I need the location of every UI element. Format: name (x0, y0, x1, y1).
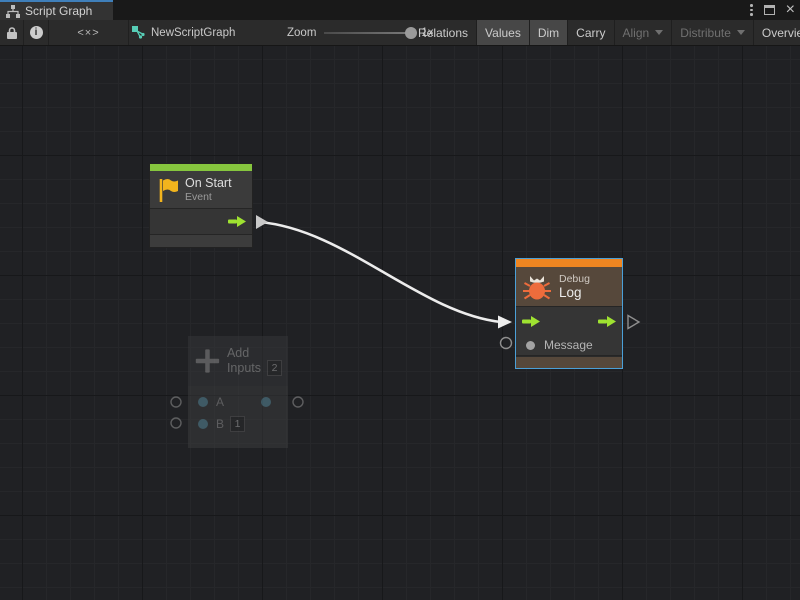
code-preview-button[interactable]: <×> (49, 20, 129, 45)
on-start-body (150, 208, 252, 235)
b-value-port[interactable] (198, 419, 208, 429)
values-label: Values (485, 26, 521, 40)
a-value-port[interactable] (198, 397, 208, 407)
code-icon: <×> (77, 27, 99, 39)
add-header: Add Inputs 2 (188, 336, 288, 386)
carry-label: Carry (576, 26, 605, 40)
overview-label: Overview (762, 26, 800, 40)
values-button[interactable]: Values (477, 20, 530, 45)
flag-icon (156, 177, 178, 203)
node-category: Debug (559, 273, 590, 285)
plus-icon (194, 346, 221, 376)
debug-log-footer (516, 356, 622, 368)
lock-button[interactable] (0, 20, 24, 45)
flow-port-row (516, 309, 622, 333)
node-subtitle: Event (185, 191, 232, 203)
debug-log-titles: Debug Log (559, 273, 590, 301)
sum-output-port[interactable] (261, 397, 271, 407)
debug-accent-bar (516, 259, 622, 267)
window-controls: × (750, 0, 795, 20)
chevron-down-icon (737, 30, 745, 35)
zoom-slider[interactable] (324, 32, 412, 34)
chevron-down-icon (655, 30, 663, 35)
carry-button[interactable]: Carry (568, 20, 614, 45)
port-a-row: A (188, 391, 288, 413)
node-title: Add (227, 346, 282, 360)
distribute-label: Distribute (680, 26, 731, 40)
info-button[interactable]: i (24, 20, 49, 45)
maximize-icon[interactable] (764, 5, 775, 15)
script-graph-asset-icon (132, 26, 145, 39)
graph-toolbar: i <×> NewScriptGraph Zoom 1x Rel (0, 20, 800, 46)
node-on-start[interactable]: On Start Event (149, 163, 253, 248)
tab-script-graph[interactable]: Script Graph (0, 0, 113, 20)
graph-hierarchy-icon (6, 5, 20, 18)
graph-canvas[interactable] (0, 46, 800, 600)
inputs-label: Inputs (227, 361, 261, 375)
flow-output-port[interactable] (228, 216, 246, 227)
overview-button[interactable]: Overview (754, 20, 800, 45)
port-a-label: A (216, 395, 224, 409)
align-label: Align (623, 26, 650, 40)
debug-log-header: Debug Log (516, 267, 622, 306)
port-b-row: B 1 (188, 413, 288, 435)
tab-bar: Script Graph × (0, 0, 800, 20)
lock-icon (6, 26, 18, 40)
inputs-count-field[interactable]: 2 (267, 360, 282, 376)
on-start-header: On Start Event (150, 171, 252, 208)
flow-output-port[interactable] (598, 316, 616, 327)
zoom-label: Zoom (287, 27, 316, 39)
toolbar-left-group: i <×> (0, 20, 129, 45)
dim-label: Dim (538, 26, 559, 40)
on-start-footer (150, 235, 252, 247)
distribute-dropdown[interactable]: Distribute (672, 20, 754, 45)
tab-label: Script Graph (25, 4, 92, 18)
more-menu-icon[interactable] (750, 4, 753, 16)
relations-label: Relations (418, 26, 468, 40)
align-dropdown[interactable]: Align (615, 20, 673, 45)
bug-icon (522, 273, 552, 301)
debug-log-body: Message (516, 306, 622, 356)
info-icon: i (30, 26, 43, 39)
add-titles: Add Inputs 2 (227, 346, 282, 376)
message-port-label: Message (544, 338, 593, 352)
on-start-titles: On Start Event (185, 176, 232, 202)
script-graph-window: Script Graph × i <×> (0, 0, 800, 600)
relations-button[interactable]: Relations (410, 20, 477, 45)
toolbar-buttons: Relations Values Dim Carry Align Distrib… (410, 20, 800, 45)
message-port-row: Message (516, 333, 622, 357)
graph-name-label: NewScriptGraph (151, 27, 235, 39)
flow-input-port[interactable] (522, 316, 540, 327)
node-title: Log (559, 285, 590, 301)
b-value-field[interactable]: 1 (230, 416, 245, 432)
node-add-ghost[interactable]: Add Inputs 2 A B 1 (188, 336, 288, 448)
add-body: A B 1 (188, 386, 288, 448)
port-b-label: B (216, 417, 224, 431)
graph-reference[interactable]: NewScriptGraph (132, 20, 235, 45)
node-debug-log[interactable]: Debug Log Message (515, 258, 623, 369)
event-accent-bar (150, 164, 252, 171)
close-icon[interactable]: × (786, 2, 795, 18)
node-title: On Start (185, 176, 232, 190)
message-value-port[interactable] (526, 341, 535, 350)
dim-button[interactable]: Dim (530, 20, 568, 45)
